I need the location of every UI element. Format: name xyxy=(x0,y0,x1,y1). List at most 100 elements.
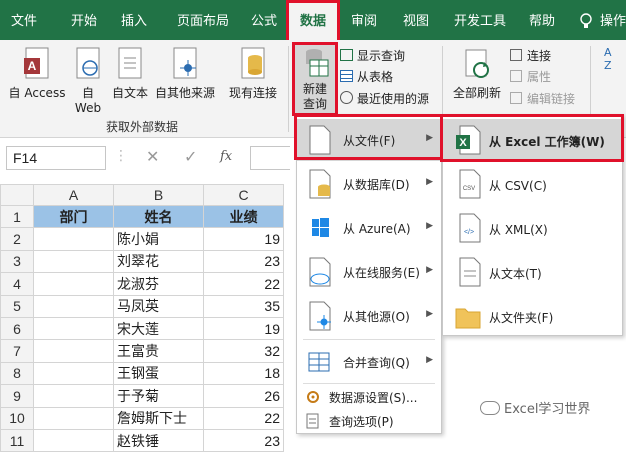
submenu-item-text[interactable]: 从文本(T) xyxy=(443,251,622,294)
properties-button[interactable]: 属性 xyxy=(510,69,551,85)
header-cell-department[interactable]: 部门 xyxy=(33,204,114,229)
cell[interactable] xyxy=(33,361,114,386)
refresh-all-button[interactable]: 全部刷新 xyxy=(452,48,502,101)
show-queries-button[interactable]: 显示查询 xyxy=(340,48,405,64)
cell[interactable] xyxy=(33,428,114,452)
wechat-icon xyxy=(480,401,500,415)
cell[interactable] xyxy=(33,272,114,296)
cell[interactable]: 18 xyxy=(203,361,284,386)
cell[interactable] xyxy=(33,294,114,318)
cell[interactable]: 22 xyxy=(203,406,284,430)
row-header[interactable]: 7 xyxy=(0,339,34,363)
from-access-button[interactable]: A 自 Access xyxy=(8,46,66,101)
cell[interactable] xyxy=(33,249,114,274)
insert-function-icon[interactable]: fx xyxy=(220,149,232,164)
cell[interactable]: 王富贵 xyxy=(113,339,204,363)
recent-sources-button[interactable]: 最近使用的源 xyxy=(340,91,429,107)
refresh-icon xyxy=(465,49,489,78)
cell[interactable]: 陈小娟 xyxy=(113,227,204,251)
edit-links-button[interactable]: 编辑链接 xyxy=(510,91,575,107)
submenu-item-folder[interactable]: 从文件夹(F) xyxy=(443,295,622,338)
select-all-corner[interactable] xyxy=(0,184,34,206)
row-header[interactable]: 1 xyxy=(0,204,34,229)
column-header-b[interactable]: B xyxy=(113,184,204,206)
cell[interactable] xyxy=(33,406,114,430)
cell[interactable]: 马凤英 xyxy=(113,294,204,318)
from-table-button[interactable]: 从表格 xyxy=(340,69,393,85)
from-text-button[interactable]: 自文本 xyxy=(110,46,150,101)
cell[interactable]: 赵铁锤 xyxy=(113,428,204,452)
cell[interactable]: 19 xyxy=(203,316,284,341)
cell[interactable] xyxy=(33,384,114,408)
name-box[interactable]: F14 xyxy=(6,146,106,170)
xml-file-icon: </> xyxy=(459,213,481,243)
more-dots-icon: ⋮ xyxy=(114,148,128,164)
row-header[interactable]: 6 xyxy=(0,316,34,341)
menu-item-merge-queries[interactable]: 合并查询(Q) ▶ xyxy=(297,341,441,383)
row-header[interactable]: 10 xyxy=(0,406,34,430)
submenu-item-xml[interactable]: </> 从 XML(X) xyxy=(443,207,622,250)
tab-insert[interactable]: 插入 xyxy=(116,0,152,40)
row-header[interactable]: 8 xyxy=(0,361,34,386)
tab-tell-me[interactable]: 操作 xyxy=(600,0,626,40)
formula-input[interactable] xyxy=(250,146,290,170)
cell[interactable] xyxy=(33,316,114,341)
cell[interactable]: 22 xyxy=(203,272,284,296)
tab-page-layout[interactable]: 页面布局 xyxy=(170,0,236,40)
text-file-icon xyxy=(118,47,142,79)
tab-formulas[interactable]: 公式 xyxy=(246,0,282,40)
submenu-item-csv[interactable]: CSV 从 CSV(C) xyxy=(443,163,622,206)
tab-home[interactable]: 开始 xyxy=(66,0,102,40)
cell[interactable]: 32 xyxy=(203,339,284,363)
existing-connections-button[interactable]: 现有连接 xyxy=(226,46,280,101)
menu-item-from-online-services[interactable]: 从在线服务(E) ▶ xyxy=(297,251,441,293)
svg-text:A: A xyxy=(28,59,37,73)
row-header[interactable]: 5 xyxy=(0,294,34,318)
submenu-arrow-icon: ▶ xyxy=(426,355,433,365)
row-header[interactable]: 11 xyxy=(0,428,34,452)
cell[interactable]: 宋大莲 xyxy=(113,316,204,341)
submenu-arrow-icon: ▶ xyxy=(426,177,433,187)
menu-item-from-database[interactable]: 从数据库(D) ▶ xyxy=(297,163,441,205)
cell[interactable]: 26 xyxy=(203,384,284,408)
cancel-icon[interactable]: ✕ xyxy=(146,147,159,166)
header-cell-name[interactable]: 姓名 xyxy=(113,204,204,229)
azure-windows-icon xyxy=(312,218,329,237)
menu-item-query-options[interactable]: 查询选项(P) xyxy=(297,409,441,433)
row-header[interactable]: 2 xyxy=(0,227,34,251)
menu-item-from-azure[interactable]: 从 Azure(A) ▶ xyxy=(297,207,441,249)
column-header-c[interactable]: C xyxy=(203,184,284,206)
tab-help[interactable]: 帮助 xyxy=(524,0,560,40)
cell[interactable]: 23 xyxy=(203,428,284,452)
sort-az-button[interactable]: A Z xyxy=(604,46,618,72)
other-sources-icon xyxy=(173,47,197,79)
database-icon xyxy=(309,169,331,199)
header-cell-performance[interactable]: 业绩 xyxy=(203,204,284,229)
row-header[interactable]: 9 xyxy=(0,384,34,408)
tab-file[interactable]: 文件 xyxy=(6,0,42,40)
from-other-sources-button[interactable]: 自其他来源 xyxy=(152,46,218,101)
cell[interactable]: 詹姆斯下士 xyxy=(113,406,204,430)
cell[interactable]: 于予菊 xyxy=(113,384,204,408)
menu-item-data-source-settings[interactable]: 数据源设置(S)... xyxy=(297,385,441,409)
column-header-a[interactable]: A xyxy=(33,184,114,206)
cell[interactable]: 19 xyxy=(203,227,284,251)
cell[interactable]: 龙淑芬 xyxy=(113,272,204,296)
tab-developer[interactable]: 开发工具 xyxy=(448,0,512,40)
cell[interactable] xyxy=(33,339,114,363)
cell[interactable]: 王钢蛋 xyxy=(113,361,204,386)
tab-view[interactable]: 视图 xyxy=(398,0,434,40)
cell[interactable]: 23 xyxy=(203,249,284,274)
clock-icon xyxy=(340,91,353,104)
cell[interactable]: 35 xyxy=(203,294,284,318)
row-header[interactable]: 3 xyxy=(0,249,34,274)
enter-check-icon[interactable]: ✓ xyxy=(184,147,197,166)
cell[interactable]: 刘翠花 xyxy=(113,249,204,274)
tab-data[interactable]: 数据 xyxy=(286,0,340,40)
cell[interactable] xyxy=(33,227,114,251)
from-web-button[interactable]: 自 Web xyxy=(70,46,106,116)
row-header[interactable]: 4 xyxy=(0,272,34,296)
connections-button[interactable]: 连接 xyxy=(510,48,551,64)
tab-review[interactable]: 审阅 xyxy=(346,0,382,40)
menu-item-from-other-sources[interactable]: 从其他源(O) ▶ xyxy=(297,295,441,337)
